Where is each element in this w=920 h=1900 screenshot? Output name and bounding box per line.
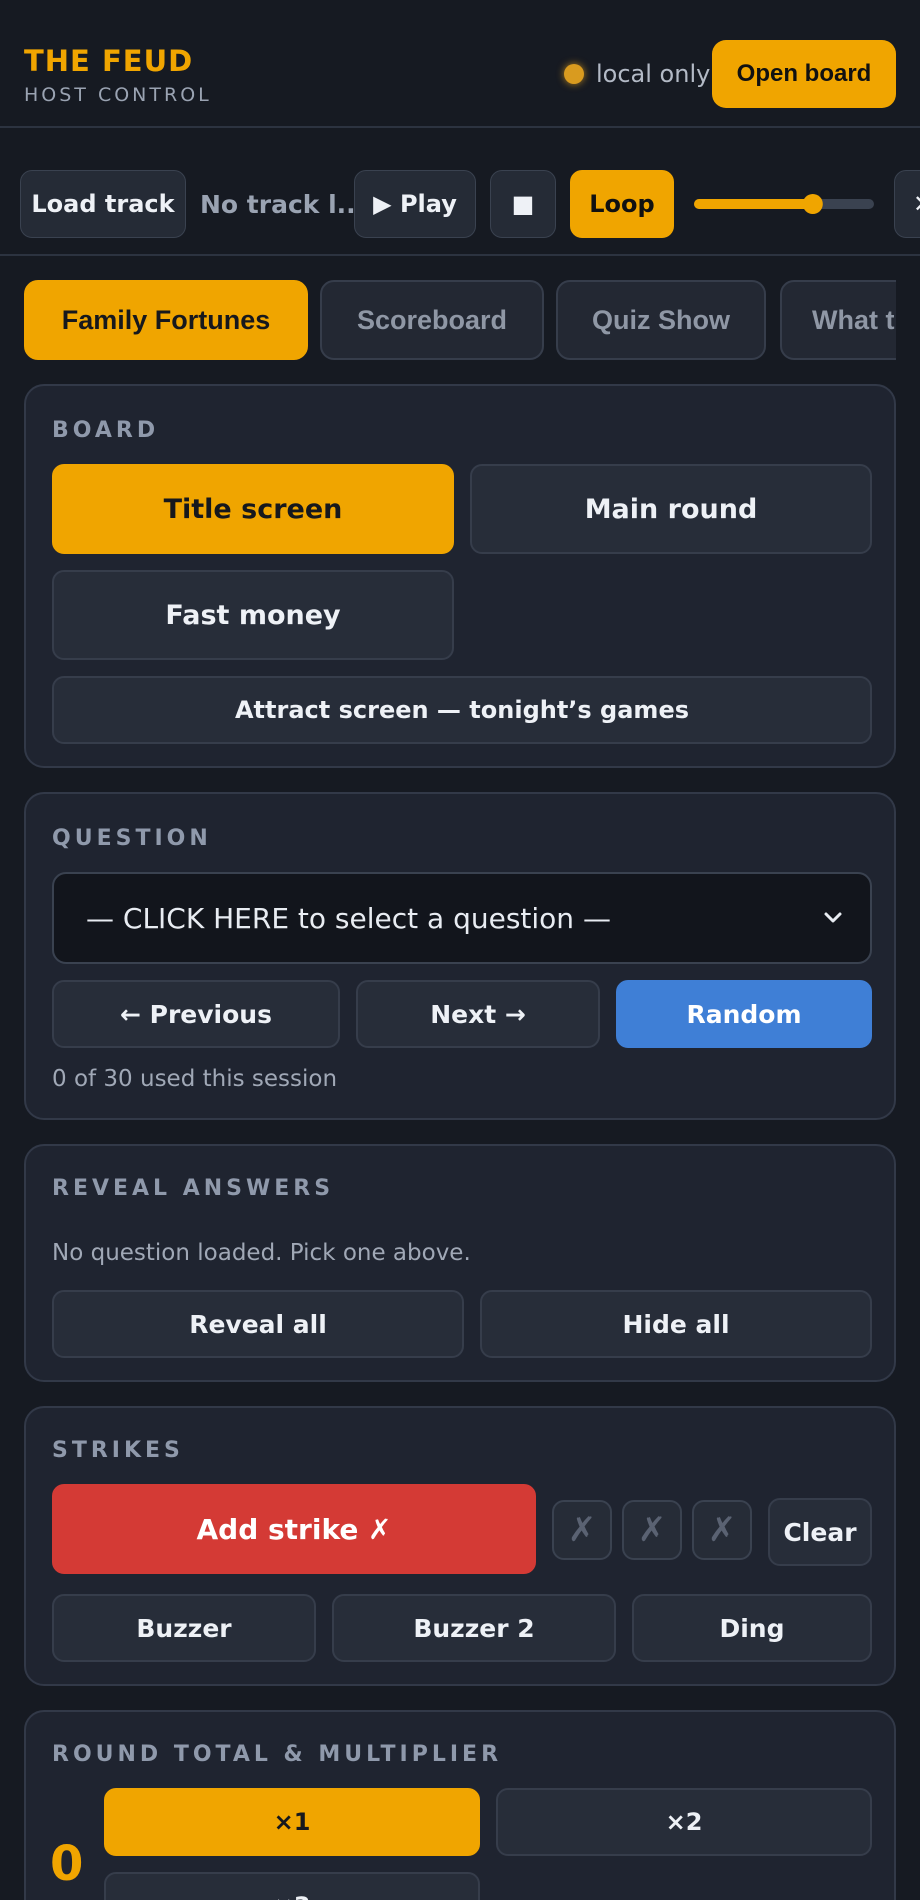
random-question-button[interactable]: Random: [616, 980, 872, 1048]
board-card: BOARD Title screen Main round Fast money…: [24, 384, 896, 768]
round-total-card: ROUND TOTAL & MULTIPLIER 0 ×1 ×2 ×3: [24, 1710, 896, 1900]
strike-slot-1: ✗: [552, 1500, 612, 1560]
reveal-heading: REVEAL ANSWERS: [52, 1176, 335, 1201]
track-name: No track l...: [200, 190, 366, 219]
chevron-down-icon: [824, 912, 842, 923]
tab-scoreboard[interactable]: Scoreboard: [320, 280, 544, 360]
volume-knob[interactable]: [802, 194, 823, 214]
no-question-message: No question loaded. Pick one above.: [52, 1240, 471, 1266]
volume-slider[interactable]: [694, 194, 874, 214]
app-header: THE FEUD HOST CONTROL local only Open bo…: [0, 0, 920, 128]
multiplier-x1-button[interactable]: ×1: [104, 1788, 480, 1856]
ding-button[interactable]: Ding: [632, 1594, 872, 1662]
load-track-button[interactable]: Load track: [20, 170, 186, 238]
buzzer-button[interactable]: Buzzer: [52, 1594, 316, 1662]
reveal-answers-card: REVEAL ANSWERS No question loaded. Pick …: [24, 1144, 896, 1382]
multiplier-x2-button[interactable]: ×2: [496, 1788, 872, 1856]
attract-screen-button[interactable]: Attract screen — tonight’s games: [52, 676, 872, 744]
title-screen-button[interactable]: Title screen: [52, 464, 454, 554]
question-heading: QUESTION: [52, 826, 212, 851]
volume-fill: [694, 199, 813, 209]
main-round-button[interactable]: Main round: [470, 464, 872, 554]
audio-toolbar: Load track No track l... ▶ Play ■ Loop ✕: [0, 128, 920, 256]
previous-question-button[interactable]: ← Previous: [52, 980, 340, 1048]
status-dot-icon: [564, 64, 584, 84]
loop-button[interactable]: Loop: [570, 170, 674, 238]
tab-family-fortunes[interactable]: Family Fortunes: [24, 280, 308, 360]
question-select[interactable]: — CLICK HERE to select a question —: [52, 872, 872, 964]
add-strike-button[interactable]: Add strike ✗: [52, 1484, 536, 1574]
round-heading: ROUND TOTAL & MULTIPLIER: [52, 1742, 503, 1767]
round-total-value: 0: [50, 1836, 84, 1892]
app-title: THE FEUD: [24, 44, 194, 78]
multiplier-x3-button[interactable]: ×3: [104, 1872, 480, 1900]
stop-button[interactable]: ■: [490, 170, 556, 238]
reveal-all-button[interactable]: Reveal all: [52, 1290, 464, 1358]
question-select-value: — CLICK HERE to select a question —: [86, 901, 611, 935]
hide-all-button[interactable]: Hide all: [480, 1290, 872, 1358]
strikes-card: STRIKES Add strike ✗ ✗ ✗ ✗ Clear Buzzer …: [24, 1406, 896, 1686]
play-button[interactable]: ▶ Play: [354, 170, 476, 238]
strike-slot-3: ✗: [692, 1500, 752, 1560]
strikes-heading: STRIKES: [52, 1438, 184, 1463]
tab-quiz-show[interactable]: Quiz Show: [556, 280, 766, 360]
close-track-button[interactable]: ✕: [894, 170, 920, 238]
question-card: QUESTION — CLICK HERE to select a questi…: [24, 792, 896, 1120]
strike-slot-2: ✗: [622, 1500, 682, 1560]
next-question-button[interactable]: Next →: [356, 980, 600, 1048]
game-tabs: Family Fortunes Scoreboard Quiz Show Wha…: [24, 280, 896, 360]
buzzer-2-button[interactable]: Buzzer 2: [332, 1594, 616, 1662]
question-usage-count: 0 of 30 used this session: [52, 1066, 338, 1092]
fast-money-button[interactable]: Fast money: [52, 570, 454, 660]
open-board-button[interactable]: Open board: [712, 40, 896, 108]
connection-status: local only: [596, 60, 711, 88]
clear-strikes-button[interactable]: Clear: [768, 1498, 872, 1566]
app-subtitle: HOST CONTROL: [24, 84, 212, 106]
board-heading: BOARD: [52, 418, 160, 443]
tab-what[interactable]: What t: [780, 280, 896, 360]
